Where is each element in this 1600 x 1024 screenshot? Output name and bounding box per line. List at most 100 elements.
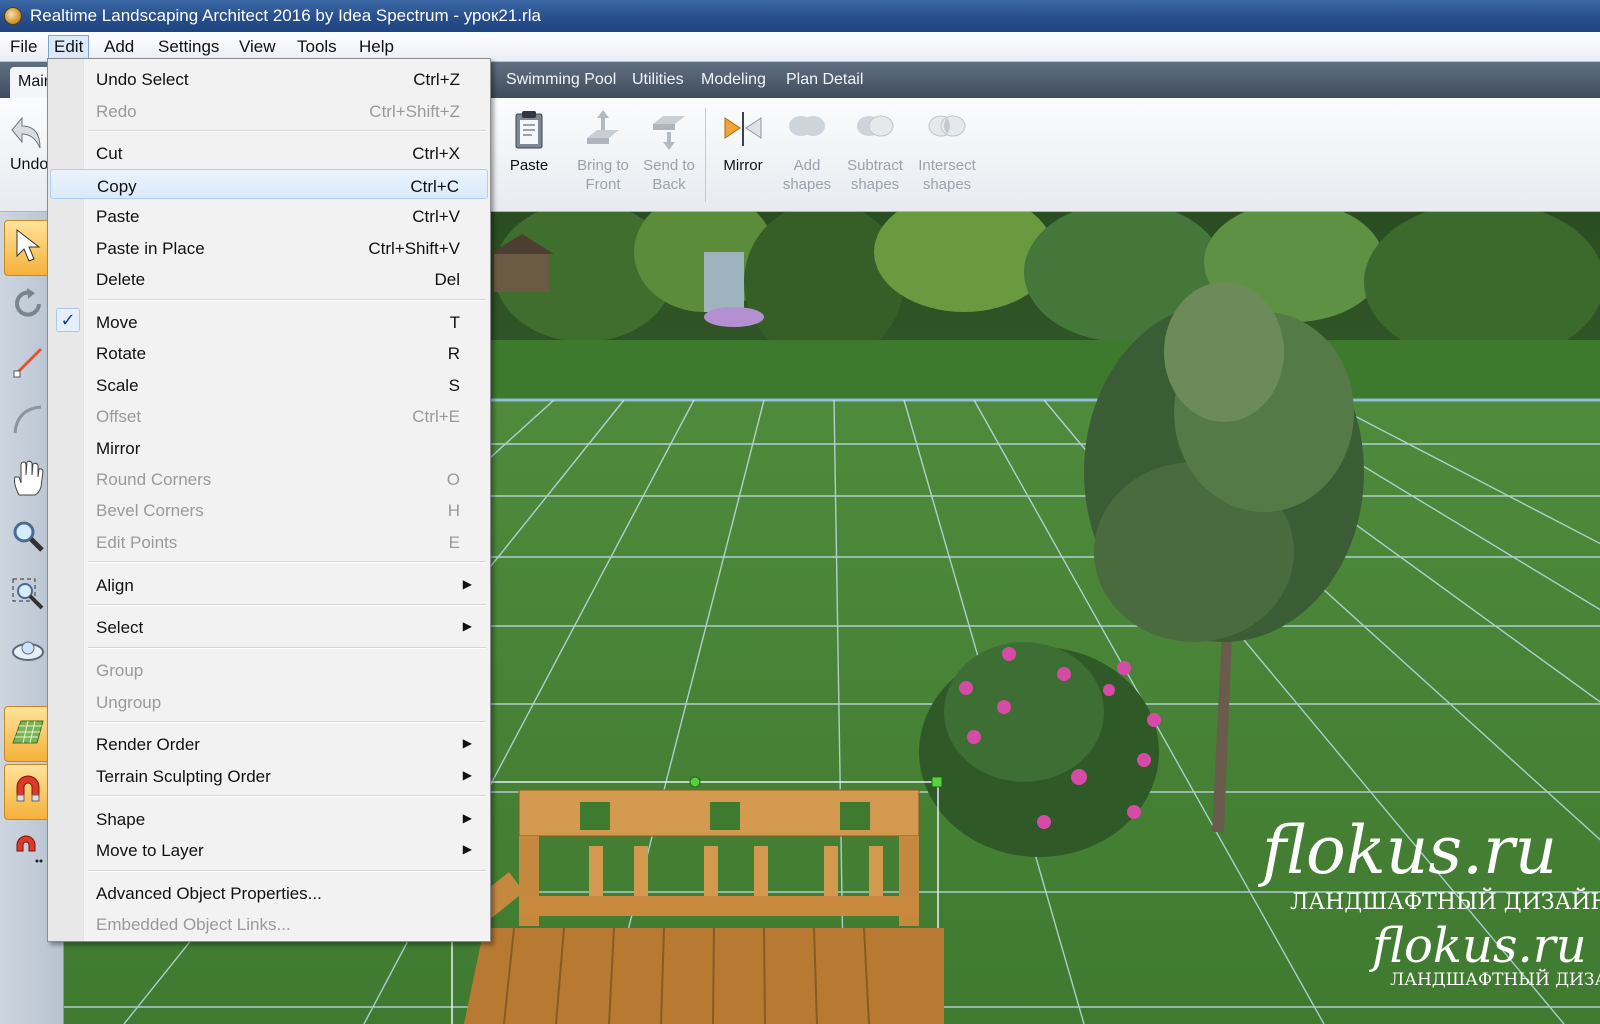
checkmark-icon: ✓ — [56, 308, 80, 332]
select-tool[interactable] — [4, 220, 52, 276]
menu-edit[interactable]: Edit — [48, 35, 90, 59]
mirror-icon — [723, 108, 763, 152]
menu-item-cut[interactable]: Cut Ctrl+X — [50, 137, 488, 167]
menu-separator — [88, 130, 486, 132]
menu-item-label: Move — [96, 313, 138, 332]
menu-item-terrain-sculpting-order[interactable]: Terrain Sculpting Order ▶ — [50, 760, 488, 790]
watermark-tagline-small: ЛАНДШАФТНЫЙ ДИЗАЙН — [1390, 970, 1600, 990]
menu-item-bevel-corners[interactable]: Bevel Corners H — [50, 494, 488, 524]
menu-item-label: Paste — [96, 207, 140, 226]
menu-add[interactable]: Add — [101, 37, 137, 57]
arc-tool[interactable] — [4, 394, 52, 450]
measure-tool[interactable] — [4, 336, 52, 392]
menu-item-embedded-object-links[interactable]: Embedded Object Links... — [50, 908, 488, 938]
menu-tools[interactable]: Tools — [294, 37, 340, 57]
menu-item-shortcut: Ctrl+Z — [413, 70, 460, 89]
zoom-extents-tool[interactable] — [4, 568, 52, 624]
menu-item-advanced-object-properties[interactable]: Advanced Object Properties... — [50, 877, 488, 907]
paste-button[interactable]: Paste — [496, 108, 562, 175]
menu-separator — [88, 795, 486, 797]
menu-item-label: Terrain Sculpting Order — [96, 767, 271, 786]
rotate-tool[interactable] — [4, 278, 52, 334]
magnifier-icon — [11, 519, 45, 558]
magnet-small-icon — [11, 833, 45, 872]
app-icon[interactable] — [4, 7, 22, 25]
menu-item-select[interactable]: Select ▶ — [50, 611, 488, 641]
clipboard-icon — [509, 108, 549, 152]
menu-settings[interactable]: Settings — [155, 37, 222, 57]
menu-view[interactable]: View — [236, 37, 279, 57]
menu-item-group[interactable]: Group — [50, 654, 488, 684]
add-shapes-icon — [787, 108, 827, 152]
add-shapes-label-1: Add — [793, 157, 821, 174]
menu-item-align[interactable]: Align ▶ — [50, 569, 488, 599]
menu-separator — [88, 721, 486, 723]
bring-to-front-button[interactable]: Bring to Front — [570, 108, 636, 194]
menu-item-round-corners[interactable]: Round Corners O — [50, 463, 488, 493]
menu-item-shortcut: T — [449, 313, 460, 332]
subtract-shapes-label-2: shapes — [850, 176, 900, 193]
zoom-tool[interactable] — [4, 510, 52, 566]
arc-icon — [11, 403, 45, 442]
rotate-icon — [11, 287, 45, 326]
menu-item-label: Bevel Corners — [96, 501, 204, 520]
menu-item-label: Edit Points — [96, 533, 178, 552]
menu-item-shape[interactable]: Shape ▶ — [50, 803, 488, 833]
menu-item-rotate[interactable]: Rotate R — [50, 337, 488, 367]
menu-item-move-to-layer[interactable]: Move to Layer ▶ — [50, 834, 488, 864]
orbit-icon — [10, 635, 46, 674]
mirror-button[interactable]: Mirror — [710, 108, 776, 175]
snap-options-tool[interactable] — [4, 824, 52, 880]
send-to-back-button[interactable]: Send to Back — [636, 108, 702, 194]
menu-item-shortcut: Ctrl+V — [412, 207, 460, 226]
menu-item-label: Embedded Object Links... — [96, 915, 291, 934]
window-title: Realtime Landscaping Architect 2016 by I… — [30, 6, 541, 25]
intersect-shapes-button[interactable]: Intersect shapes — [914, 108, 980, 194]
menu-item-paste[interactable]: Paste Ctrl+V — [50, 200, 488, 230]
menu-item-label: Select — [96, 618, 144, 637]
menu-item-offset[interactable]: Offset Ctrl+E — [50, 400, 488, 430]
pan-tool[interactable] — [4, 452, 52, 508]
menu-item-scale[interactable]: Scale S — [50, 369, 488, 399]
menu-separator — [88, 647, 486, 649]
tab-plan-detail[interactable]: Plan Detail — [786, 71, 863, 89]
toolbar-separator — [705, 108, 706, 202]
tab-modeling[interactable]: Modeling — [701, 71, 766, 89]
menu-item-label: Cut — [96, 144, 123, 163]
subtract-shapes-button[interactable]: Subtract shapes — [842, 108, 908, 194]
grid-toggle[interactable] — [4, 706, 52, 762]
menu-item-label: Group — [96, 661, 144, 680]
menu-item-mirror[interactable]: Mirror — [50, 432, 488, 462]
menu-item-label: Delete — [96, 270, 146, 289]
add-shapes-button[interactable]: Add shapes — [774, 108, 840, 194]
tab-swimming-pool[interactable]: Swimming Pool — [506, 71, 616, 89]
edit-menu-dropdown: Undo Select Ctrl+Z Redo Ctrl+Shift+Z Cut… — [47, 58, 491, 942]
intersect-shapes-label-1: Intersect — [918, 157, 976, 174]
menu-item-shortcut: Ctrl+Shift+V — [368, 239, 460, 258]
menu-item-ungroup[interactable]: Ungroup — [50, 686, 488, 716]
menu-item-label: Undo Select — [96, 70, 189, 89]
menu-item-edit-points[interactable]: Edit Points E — [50, 526, 488, 556]
menu-item-render-order[interactable]: Render Order ▶ — [50, 728, 488, 758]
menu-file[interactable]: File — [7, 37, 40, 57]
snap-toggle[interactable] — [4, 764, 52, 820]
menu-item-delete[interactable]: Delete Del — [50, 263, 488, 293]
watermark-brand: flokus.ru — [1262, 812, 1558, 889]
submenu-arrow-icon: ▶ — [462, 842, 472, 856]
menu-help[interactable]: Help — [356, 37, 397, 57]
orbit-tool[interactable] — [4, 626, 52, 682]
menu-item-redo[interactable]: Redo Ctrl+Shift+Z — [50, 95, 488, 125]
menu-separator — [88, 299, 486, 301]
menu-item-label: Align — [96, 576, 134, 595]
menu-item-label: Offset — [96, 407, 142, 426]
undo-arrow-icon — [10, 112, 46, 152]
menu-item-move[interactable]: ✓ Move T — [50, 306, 488, 336]
menu-item-copy[interactable]: Copy Ctrl+C — [50, 169, 488, 199]
tab-utilities[interactable]: Utilities — [632, 71, 684, 89]
send-to-back-icon — [649, 108, 689, 152]
send-to-back-label-2: Back — [652, 176, 686, 193]
menu-item-paste-in-place[interactable]: Paste in Place Ctrl+Shift+V — [50, 232, 488, 262]
menu-item-label: Copy — [97, 177, 137, 196]
menu-separator — [88, 604, 486, 606]
menu-item-undo-select[interactable]: Undo Select Ctrl+Z — [50, 63, 488, 93]
